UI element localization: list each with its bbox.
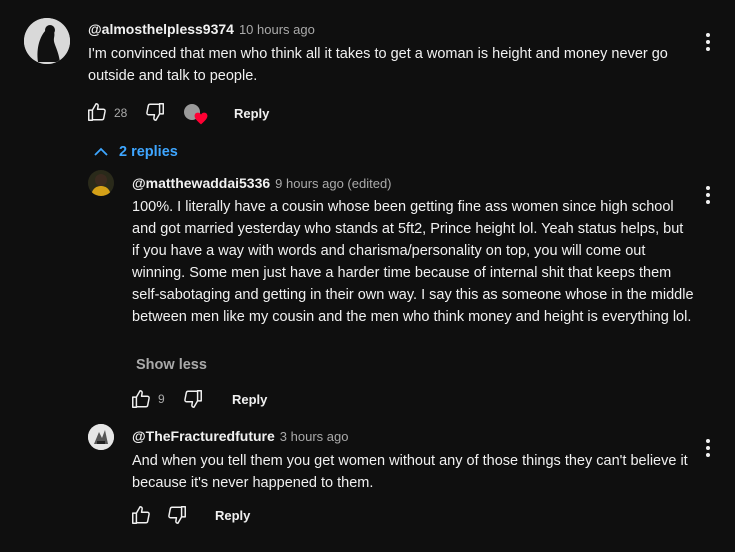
- author-handle[interactable]: @matthewaddai5336: [132, 175, 270, 191]
- dislike-button[interactable]: [144, 101, 166, 123]
- like-button[interactable]: [130, 504, 152, 526]
- reply-header: @matthewaddai5336 9 hours ago (edited): [132, 175, 392, 193]
- author-handle[interactable]: @TheFracturedfuture: [132, 428, 275, 444]
- thumb-up-icon: [88, 103, 106, 121]
- more-actions-button[interactable]: [698, 183, 718, 207]
- avatar[interactable]: [88, 170, 114, 196]
- reply-text: And when you tell them you get women wit…: [132, 453, 688, 491]
- dislike-button[interactable]: [182, 388, 204, 410]
- more-actions-button[interactable]: [698, 30, 718, 54]
- like-button[interactable]: [130, 388, 152, 410]
- comment-text: I'm convinced that men who think all it …: [88, 46, 668, 84]
- heart-icon: [194, 112, 208, 125]
- thumb-up-icon: [132, 506, 150, 524]
- replies-toggle-button[interactable]: 2 replies: [93, 144, 178, 160]
- chevron-up-icon: [94, 147, 108, 156]
- avatar-image: [88, 170, 114, 196]
- like-count: 28: [114, 106, 128, 120]
- reply-header: @TheFracturedfuture 3 hours ago: [132, 428, 348, 446]
- show-less-button[interactable]: Show less: [136, 357, 207, 373]
- timestamp[interactable]: 9 hours ago (edited): [275, 176, 391, 191]
- like-button[interactable]: [86, 101, 108, 123]
- like-count: 9: [158, 392, 165, 406]
- avatar[interactable]: [24, 18, 70, 64]
- thumb-down-icon: [184, 390, 202, 408]
- thumb-down-icon: [168, 506, 186, 524]
- creator-heart-badge: [184, 104, 210, 126]
- avatar[interactable]: [88, 424, 114, 450]
- author-handle[interactable]: @almosthelpless9374: [88, 21, 234, 37]
- avatar-image: [24, 18, 70, 64]
- reply-text: 100%. I literally have a cousin whose be…: [132, 199, 694, 325]
- thumb-up-icon: [132, 390, 150, 408]
- timestamp[interactable]: 3 hours ago: [280, 429, 349, 444]
- comment-header: @almosthelpless9374 10 hours ago: [88, 21, 315, 39]
- reply-button[interactable]: Reply: [215, 508, 250, 523]
- reply-button[interactable]: Reply: [232, 392, 267, 407]
- reply-button[interactable]: Reply: [234, 106, 269, 121]
- avatar-image: [88, 424, 114, 450]
- more-actions-button[interactable]: [698, 436, 718, 460]
- thumb-down-icon: [146, 103, 164, 121]
- timestamp[interactable]: 10 hours ago: [239, 22, 315, 37]
- dislike-button[interactable]: [166, 504, 188, 526]
- replies-count-label: 2 replies: [119, 144, 178, 160]
